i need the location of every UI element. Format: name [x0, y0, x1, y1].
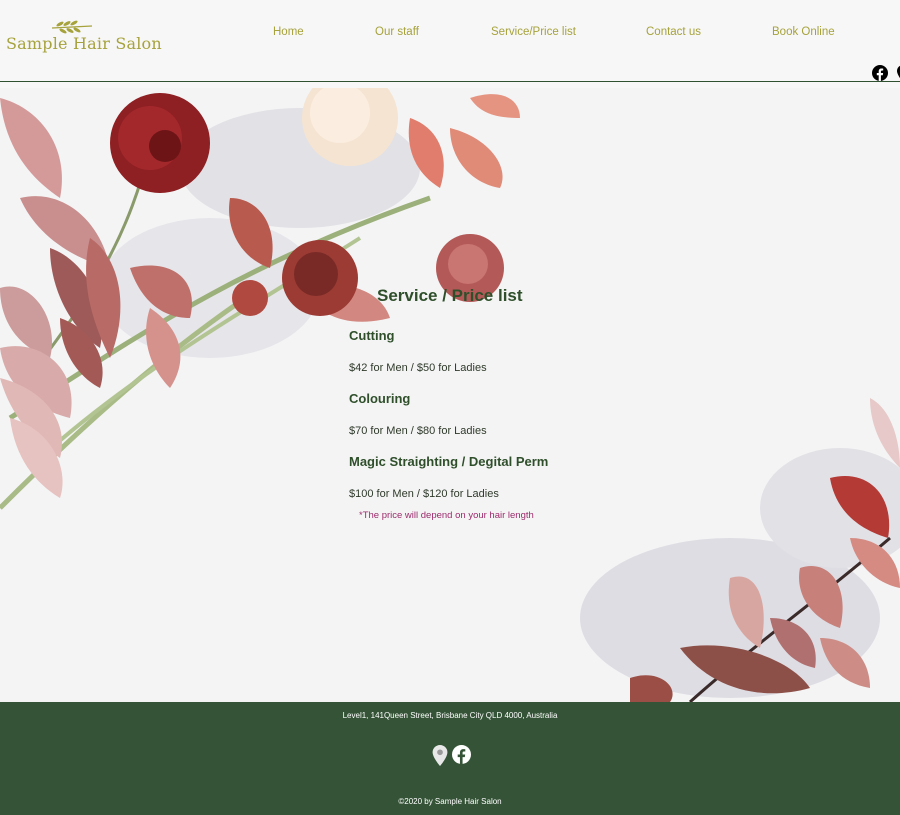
price-note: *The price will depend on your hair leng…: [359, 510, 534, 521]
nav-item-contact-us[interactable]: Contact us: [646, 26, 701, 38]
site-logo[interactable]: Sample Hair Salon: [6, 18, 162, 58]
nav-item-service-price-list[interactable]: Service/Price list: [491, 26, 576, 38]
hero-section: Service / Price list Cutting $42 for Men…: [0, 88, 900, 702]
site-header: Sample Hair Salon Home Our staff Service…: [0, 0, 900, 82]
leaves-decoration-image: [580, 398, 900, 702]
service-name-colouring: Colouring: [349, 391, 411, 406]
leaf-sprig-icon: [51, 20, 93, 34]
service-price-colouring: $70 for Men / $80 for Ladies: [349, 425, 487, 437]
nav-item-book-online[interactable]: Book Online: [772, 26, 835, 38]
footer-social-bar: [431, 745, 473, 766]
footer-copyright: ©2020 by Sample Hair Salon: [398, 797, 502, 806]
header-social-bar: [856, 65, 900, 83]
main-nav: Home Our staff Service/Price list Contac…: [237, 26, 857, 42]
site-footer: Level1, 141Queen Street, Brisbane City Q…: [0, 702, 900, 815]
footer-address: Level1, 141Queen Street, Brisbane City Q…: [342, 711, 558, 720]
service-price-straighting-perm: $100 for Men / $120 for Ladies: [349, 488, 499, 500]
page-title: Service / Price list: [377, 286, 523, 305]
facebook-icon[interactable]: [872, 65, 888, 81]
nav-item-our-staff[interactable]: Our staff: [375, 26, 419, 38]
nav-item-home[interactable]: Home: [273, 26, 304, 38]
logo-text: Sample Hair Salon: [6, 34, 162, 53]
location-pin-icon[interactable]: [431, 745, 449, 766]
service-price-cutting: $42 for Men / $50 for Ladies: [349, 362, 487, 374]
facebook-icon[interactable]: [452, 745, 471, 764]
service-name-cutting: Cutting: [349, 328, 395, 343]
service-name-straighting-perm: Magic Straighting / Degital Perm: [349, 454, 549, 469]
